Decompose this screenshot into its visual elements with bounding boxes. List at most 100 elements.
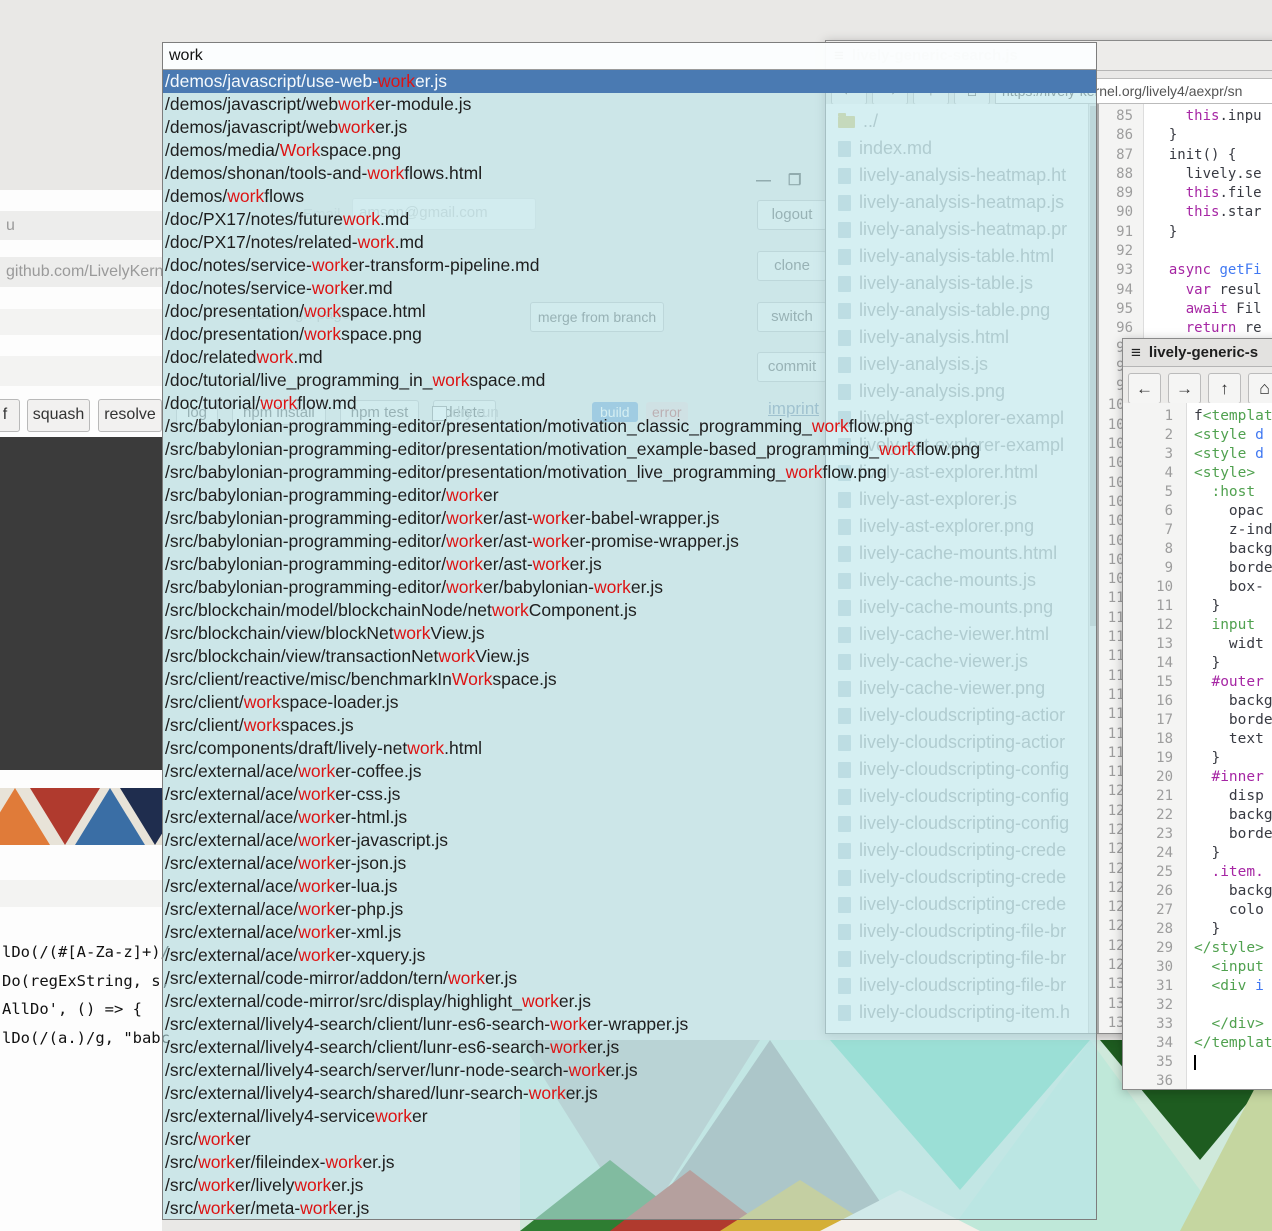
wallpaper-stripe [0,788,162,845]
search-result-row[interactable]: /src/external/lively4-search/shared/lunr… [163,1082,1096,1105]
code-line: input [1194,616,1272,635]
search-result-row[interactable]: /src/worker/meta-worker.js [163,1197,1096,1220]
left-input-github[interactable]: github.com/LivelyKern [0,257,168,287]
search-result-row[interactable]: /src/external/code-mirror/addon/tern/wor… [163,967,1096,990]
search-result-row[interactable]: /doc/relatedwork.md [163,346,1096,369]
search-result-row[interactable]: /src/external/ace/worker-javascript.js [163,829,1096,852]
search-result-row[interactable]: /src/blockchain/view/transactionNetworkV… [163,645,1096,668]
code-line [1194,996,1272,1015]
line-number: 23 [1123,825,1173,844]
search-result-row[interactable]: /demos/javascript/webworker-module.js [163,93,1096,116]
clipped-button[interactable]: f [0,399,20,432]
search-result-row[interactable]: /doc/presentation/workspace.png [163,323,1096,346]
code-line: backg [1194,540,1272,559]
code-line: </div> [1194,1015,1272,1034]
code-line: init() { [1152,146,1272,165]
line-number: 16 [1123,692,1173,711]
left-code-fragment: lDo(/(#[A-Za-z]+)/Do(regExString, s,AllD… [2,938,164,1058]
search-result-row[interactable]: /src/babylonian-programming-editor/prese… [163,461,1096,484]
search-result-row[interactable]: /demos/workflows [163,185,1096,208]
search-input[interactable]: work [163,43,1096,70]
resolve-button[interactable]: resolve [98,399,162,432]
code-line: .item. [1194,863,1272,882]
search-result-row[interactable]: /doc/tutorial/workflow.md [163,392,1096,415]
search-result-row[interactable]: /src/external/ace/worker-json.js [163,852,1096,875]
search-result-row[interactable]: /src/blockchain/view/blockNetworkView.js [163,622,1096,645]
search-result-row[interactable]: /src/worker/fileindex-worker.js [163,1151,1096,1174]
code-line: backg [1194,692,1272,711]
line-number: 7 [1123,521,1173,540]
line-number: 95 [1099,300,1133,319]
line-number: 11 [1123,597,1173,616]
search-result-row[interactable]: /src/babylonian-programming-editor/worke… [163,484,1096,507]
window-title: lively-generic-s [1149,344,1258,361]
search-result-row[interactable]: /src/babylonian-programming-editor/worke… [163,553,1096,576]
search-result-row[interactable]: /src/external/lively4-search/server/lunr… [163,1059,1096,1082]
search-result-row[interactable]: /demos/shonan/tools-and-workflows.html [163,162,1096,185]
search-result-row[interactable]: /src/client/reactive/misc/benchmarkInWor… [163,668,1096,691]
search-result-row[interactable]: /doc/presentation/workspace.html [163,300,1096,323]
line-number: 93 [1099,261,1133,280]
left-row [0,356,162,386]
home-button[interactable]: ⌂ [1248,373,1272,404]
line-number: 18 [1123,730,1173,749]
squash-button[interactable]: squash [27,399,90,432]
search-result-row[interactable]: /demos/javascript/use-web-worker.js [163,70,1096,93]
line-number: 31 [1123,977,1173,996]
search-result-row[interactable]: /src/external/ace/worker-php.js [163,898,1096,921]
code-line: </style> [1194,939,1272,958]
back-button[interactable]: ← [1128,373,1161,404]
line-number: 3 [1123,445,1173,464]
code-line: this.inpu [1152,107,1272,126]
search-results: /demos/javascript/use-web-worker.js/demo… [163,70,1096,1220]
code-line: colo [1194,901,1272,920]
search-result-row[interactable]: /src/external/lively4-serviceworker [163,1105,1096,1128]
search-result-row[interactable]: /src/components/draft/lively-network.htm… [163,737,1096,760]
search-result-row[interactable]: /src/babylonian-programming-editor/prese… [163,415,1096,438]
line-number: 36 [1123,1072,1173,1089]
forward-button[interactable]: → [1168,373,1201,404]
line-number: 90 [1099,203,1133,222]
search-result-row[interactable]: /src/babylonian-programming-editor/worke… [163,576,1096,599]
code-line: return re [1152,319,1272,338]
search-result-row[interactable]: /src/external/ace/worker-xquery.js [163,944,1096,967]
search-result-row[interactable]: /src/external/lively4-search/client/lunr… [163,1036,1096,1059]
search-result-row[interactable]: /src/external/ace/worker-lua.js [163,875,1096,898]
menu-icon[interactable]: ≡ [1131,343,1141,363]
code-line: <div i [1194,977,1272,996]
left-input-u[interactable]: u [0,211,168,240]
left-row [0,880,162,907]
desktop: u github.com/LivelyKern f squash resolve… [0,0,1272,1231]
search-result-row[interactable]: /src/worker/livelyworker.js [163,1174,1096,1197]
search-result-row[interactable]: /src/babylonian-programming-editor/prese… [163,438,1096,461]
search-result-row[interactable]: /doc/PX17/notes/related-work.md [163,231,1096,254]
search-result-row[interactable]: /src/worker [163,1128,1096,1151]
search-overlay: work /demos/javascript/use-web-worker.js… [162,42,1097,1220]
search-result-row[interactable]: /src/client/workspaces.js [163,714,1096,737]
search-result-row[interactable]: /src/babylonian-programming-editor/worke… [163,530,1096,553]
code-line: :host [1194,483,1272,502]
search-result-row[interactable]: /src/babylonian-programming-editor/worke… [163,507,1096,530]
line-number: 14 [1123,654,1173,673]
search-result-row[interactable]: /doc/notes/service-worker.md [163,277,1096,300]
search-result-row[interactable]: /src/external/ace/worker-xml.js [163,921,1096,944]
dark-panel [0,437,162,770]
search-result-row[interactable]: /src/blockchain/model/blockchainNode/net… [163,599,1096,622]
code-window-editor[interactable]: 1234567891011121314151617181920212223242… [1123,403,1272,1089]
search-result-row[interactable]: /src/external/code-mirror/src/display/hi… [163,990,1096,1013]
search-result-row[interactable]: /doc/tutorial/live_programming_in_worksp… [163,369,1096,392]
search-result-row[interactable]: /doc/notes/service-worker-transform-pipe… [163,254,1096,277]
search-result-row[interactable]: /src/external/ace/worker-coffee.js [163,760,1096,783]
code-window-titlebar[interactable]: ≡ lively-generic-s [1123,339,1272,367]
search-result-row[interactable]: /demos/media/Workspace.png [163,139,1096,162]
search-result-row[interactable]: /doc/PX17/notes/futurework.md [163,208,1096,231]
line-number: 34 [1123,1034,1173,1053]
search-result-row[interactable]: /src/external/ace/worker-html.js [163,806,1096,829]
search-result-row[interactable]: /src/client/workspace-loader.js [163,691,1096,714]
search-result-row[interactable]: /src/external/lively4-search/client/lunr… [163,1013,1096,1036]
search-result-row[interactable]: /src/external/ace/worker-css.js [163,783,1096,806]
up-button[interactable]: ↑ [1208,373,1241,404]
line-number: 2 [1123,426,1173,445]
search-result-row[interactable]: /demos/javascript/webworker.js [163,116,1096,139]
line-number: 13 [1123,635,1173,654]
